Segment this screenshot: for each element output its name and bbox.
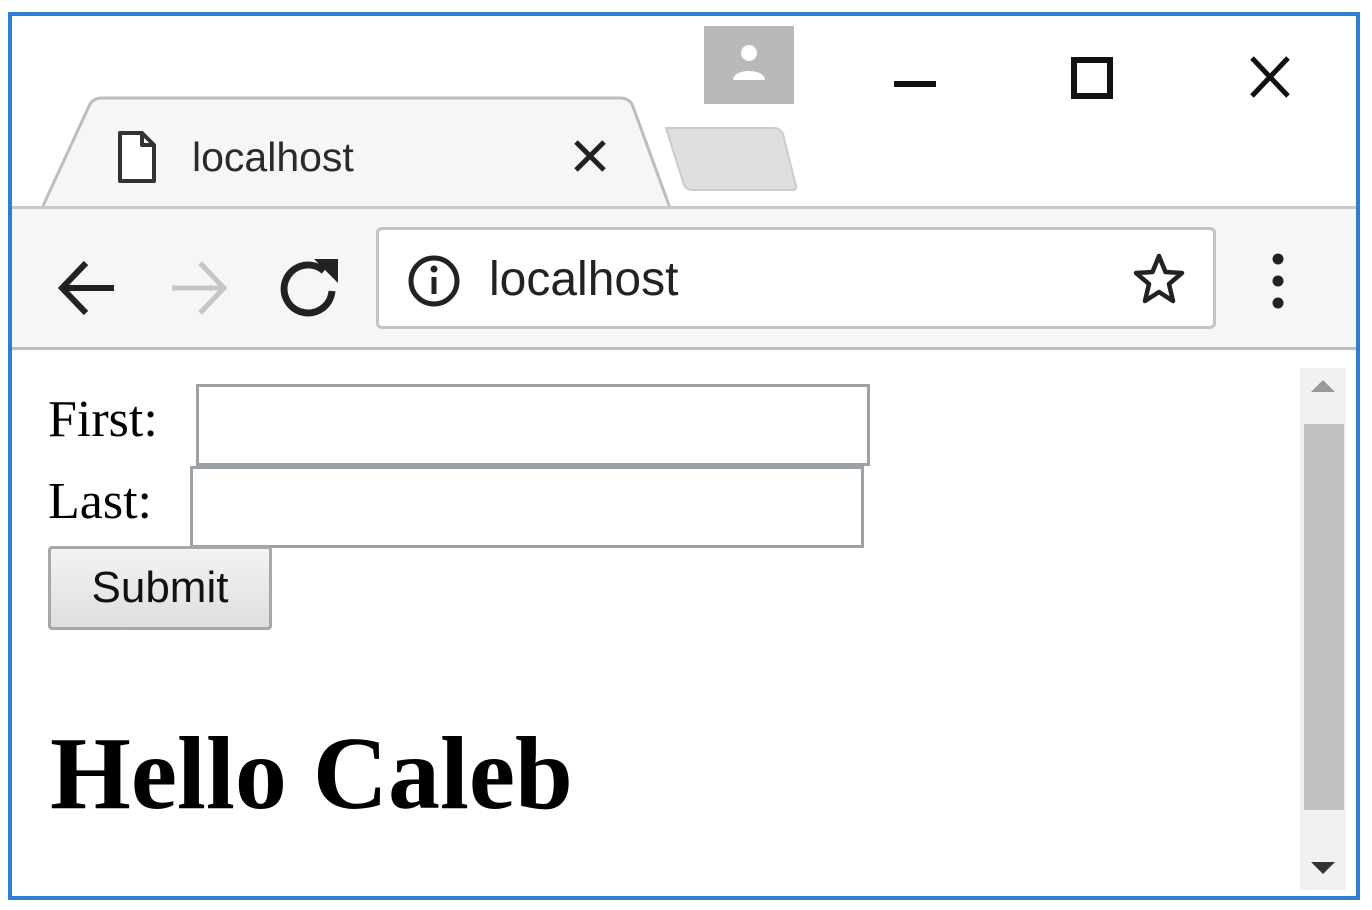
maximize-button[interactable]	[1052, 50, 1132, 114]
close-icon[interactable]	[570, 136, 610, 176]
info-icon[interactable]	[407, 254, 461, 308]
new-tab-button[interactable]	[662, 124, 802, 194]
url-text[interactable]: localhost	[489, 252, 678, 307]
arrow-left-icon	[57, 260, 114, 316]
tab-strip: localhost	[12, 16, 1356, 210]
reload-icon	[280, 259, 338, 317]
page-icon	[118, 131, 156, 183]
scroll-up-arrow-icon[interactable]	[1310, 378, 1336, 394]
tab-localhost[interactable]: localhost	[42, 96, 672, 210]
profile-button[interactable]	[704, 26, 794, 104]
forward-button[interactable]	[164, 253, 234, 323]
minimize-icon	[894, 81, 936, 87]
kebab-menu-icon[interactable]	[1266, 251, 1290, 311]
submit-button[interactable]: Submit	[48, 546, 272, 630]
window-close-button[interactable]	[1232, 50, 1312, 114]
minimize-button[interactable]	[874, 50, 954, 114]
tab-title: localhost	[192, 134, 354, 180]
greeting-heading: Hello Caleb	[50, 716, 573, 831]
address-bar[interactable]: localhost	[376, 227, 1216, 329]
browser-window: localhost localhost First: Last: Submit …	[8, 12, 1360, 900]
reload-button[interactable]	[274, 253, 344, 323]
back-button[interactable]	[52, 253, 122, 323]
browser-toolbar: localhost	[12, 206, 1356, 350]
page-content: First: Last: Submit Hello Caleb	[12, 350, 1356, 896]
first-name-input[interactable]	[196, 384, 870, 466]
first-name-label: First:	[48, 391, 158, 448]
arrow-right-icon	[172, 261, 228, 315]
person-icon	[733, 45, 765, 80]
vertical-scrollbar[interactable]	[1300, 368, 1346, 890]
scroll-thumb[interactable]	[1304, 424, 1344, 810]
close-icon	[1250, 56, 1290, 98]
last-name-label: Last:	[48, 473, 152, 530]
last-name-input[interactable]	[190, 466, 864, 548]
maximize-icon	[1071, 57, 1113, 99]
scroll-down-arrow-icon[interactable]	[1310, 860, 1336, 876]
star-icon[interactable]	[1131, 252, 1187, 308]
